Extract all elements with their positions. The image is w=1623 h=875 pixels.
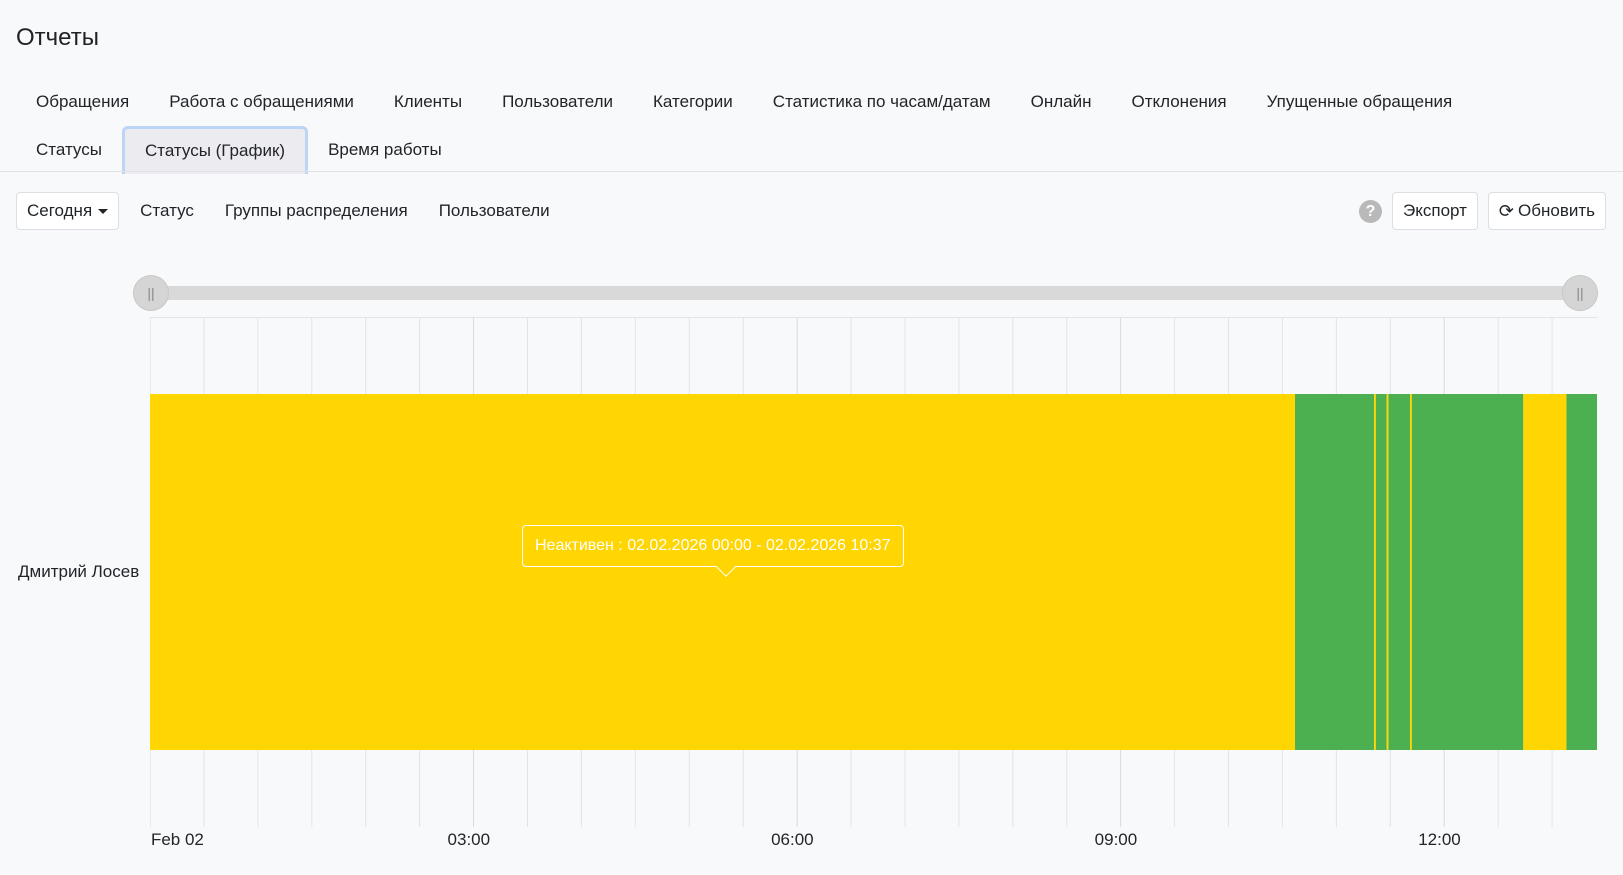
status-timeline-chart [150,317,1597,827]
page-title: Отчеты [16,24,99,51]
tab-missed-requests[interactable]: Упущенные обращения [1247,78,1473,126]
caret-down-icon [98,208,109,214]
x-tick-label: 09:00 [1094,830,1138,849]
refresh-icon: ⟳ [1498,201,1515,221]
row-label-user: Дмитрий Лосев [18,562,140,581]
slider-handle-start[interactable]: || [133,275,169,311]
status-segment[interactable] [1375,394,1387,750]
toolbar: Сегодня Статус Группы распределения Поль… [16,192,1606,230]
tab-requests[interactable]: Обращения [16,78,149,126]
refresh-label: Обновить [1518,201,1595,220]
tab-rejections[interactable]: Отклонения [1111,78,1246,126]
tab-request-work[interactable]: Работа с обращениями [149,78,374,126]
segment-tooltip: Неактивен : 02.02.2026 00:00 - 02.02.202… [522,525,904,577]
x-tick-label: 03:00 [447,830,491,849]
tab-statuses[interactable]: Статусы [16,126,122,174]
slider-handle-end[interactable]: || [1562,275,1598,311]
period-label: Сегодня [27,201,93,220]
period-dropdown[interactable]: Сегодня [16,192,120,230]
tab-online[interactable]: Онлайн [1011,78,1112,126]
filter-groups[interactable]: Группы распределения [225,201,408,221]
status-segment[interactable] [1523,394,1567,750]
tab-work-time[interactable]: Время работы [308,126,462,174]
x-axis-labels: Feb 02 03:00 06:00 09:00 12:00 [150,830,1597,854]
tab-categories[interactable]: Категории [633,78,753,126]
slider-track[interactable] [151,286,1580,300]
tab-clients[interactable]: Клиенты [374,78,482,126]
x-tick-label: Feb 02 [150,830,204,849]
status-segment[interactable] [1386,394,1389,750]
tabs-divider [0,171,1623,172]
x-tick-label: 12:00 [1418,830,1461,849]
tooltip-text: Неактивен : 02.02.2026 00:00 - 02.02.202… [535,537,891,554]
status-segment[interactable] [1374,394,1377,750]
tab-row-1: Обращения Работа с обращениями Клиенты П… [16,78,1606,126]
status-segment[interactable] [1566,394,1597,750]
status-segment[interactable] [1411,394,1524,750]
timeline-svg [150,317,1597,827]
status-segment[interactable] [1295,394,1375,750]
status-segment[interactable] [1388,394,1411,750]
filter-status[interactable]: Статус [140,201,194,221]
tab-statuses-chart[interactable]: Статусы (График) [121,126,309,174]
time-range-slider[interactable]: || || [133,275,1598,311]
report-tabs: Обращения Работа с обращениями Клиенты П… [16,78,1606,174]
export-button[interactable]: Экспорт [1392,192,1478,230]
status-segment[interactable] [1410,394,1413,750]
refresh-button[interactable]: ⟳ Обновить [1487,192,1606,230]
filter-users[interactable]: Пользователи [439,201,550,221]
x-tick-label: 06:00 [771,830,814,849]
tab-row-2: Статусы Статусы (График) Время работы [16,126,1606,174]
help-icon[interactable]: ? [1359,199,1383,223]
tab-users[interactable]: Пользователи [482,78,633,126]
tab-hourly-stats[interactable]: Статистика по часам/датам [753,78,1011,126]
